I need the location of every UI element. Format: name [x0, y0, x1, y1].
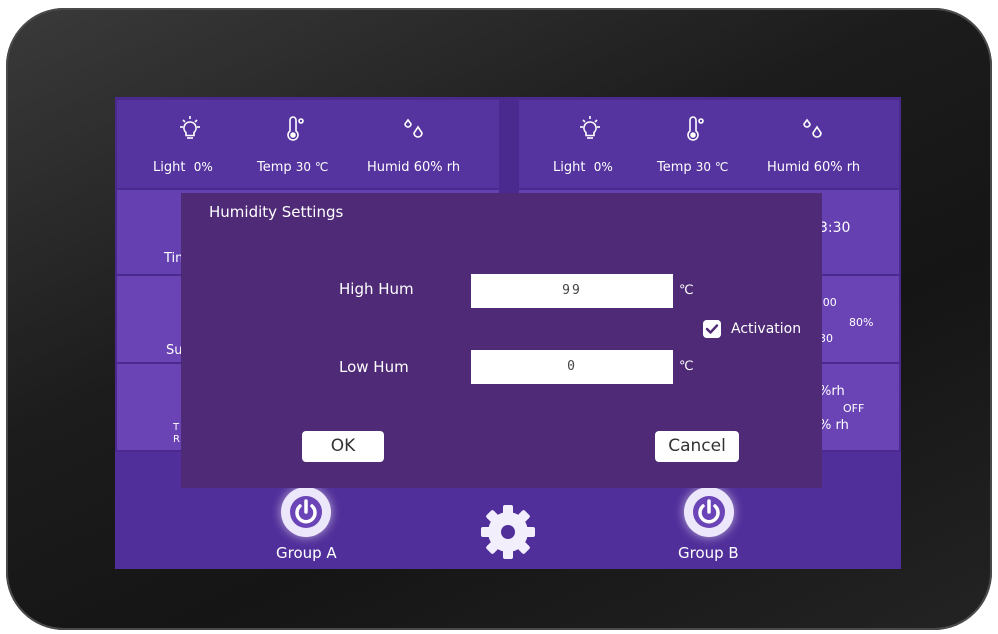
- low-hum-input[interactable]: 0: [471, 350, 673, 384]
- activation-label: Activation: [731, 321, 802, 337]
- temp-reading: Temp 30 ℃: [657, 160, 728, 175]
- group-a-label: Group A: [276, 544, 337, 562]
- sun-percent: 80%: [849, 316, 874, 329]
- humid-label: Humid: [367, 160, 410, 175]
- temp-value: 30 ℃: [695, 160, 729, 174]
- ok-button[interactable]: OK: [302, 431, 384, 462]
- sensor-row: Light 0% Temp 30 ℃ Humid 60% rh: [117, 100, 499, 190]
- humid-reading: Humid 60% rh: [767, 160, 860, 175]
- light-reading: Light 0%: [153, 160, 213, 175]
- power-icon[interactable]: [281, 487, 331, 537]
- light-bulb-icon: [180, 116, 200, 139]
- checkmark-icon: [703, 320, 721, 338]
- power-symbol-icon: [693, 496, 725, 528]
- light-reading: Light 0%: [553, 160, 613, 175]
- rh-low: % rh: [819, 418, 849, 433]
- range-label-t: T: [173, 422, 180, 433]
- activation-checkbox[interactable]: [703, 320, 721, 338]
- light-value: 0%: [593, 160, 613, 174]
- rh-high: %rh: [819, 384, 845, 399]
- high-hum-label: High Hum: [339, 280, 414, 298]
- thermometer-icon: [687, 116, 704, 141]
- humid-value: 60% rh: [813, 160, 861, 175]
- light-label: Light: [553, 160, 586, 175]
- rh-status: OFF: [843, 402, 865, 415]
- temp-value: 30 ℃: [295, 160, 329, 174]
- humid-label: Humid: [767, 160, 810, 175]
- temp-label: Temp: [257, 160, 292, 175]
- gear-icon[interactable]: [477, 501, 539, 563]
- group-b-label: Group B: [678, 544, 739, 562]
- humid-reading: Humid 60% rh: [367, 160, 460, 175]
- high-hum-input[interactable]: 99: [471, 274, 673, 308]
- water-drops-icon: [404, 118, 423, 138]
- dialog-title: Humidity Settings: [209, 203, 344, 221]
- light-value: 0%: [193, 160, 213, 174]
- water-drops-icon: [803, 118, 822, 138]
- light-bulb-icon: [580, 116, 600, 139]
- cancel-button[interactable]: Cancel: [655, 431, 739, 462]
- timer-value: 3:30: [819, 220, 851, 236]
- low-hum-unit: ℃: [679, 359, 694, 374]
- humid-value: 60% rh: [413, 160, 461, 175]
- high-hum-unit: ℃: [679, 283, 694, 298]
- temp-label: Temp: [657, 160, 692, 175]
- low-hum-label: Low Hum: [339, 358, 409, 376]
- thermometer-icon: [287, 116, 304, 141]
- light-label: Light: [153, 160, 186, 175]
- range-label-r: R: [173, 434, 180, 445]
- power-icon[interactable]: [684, 487, 734, 537]
- humidity-settings-dialog: Humidity Settings High Hum 99 ℃ Activati…: [181, 193, 822, 488]
- sensor-row: Light 0% Temp 30 ℃ Humid 60% rh: [519, 100, 899, 190]
- temp-reading: Temp 30 ℃: [257, 160, 328, 175]
- power-symbol-icon: [290, 496, 322, 528]
